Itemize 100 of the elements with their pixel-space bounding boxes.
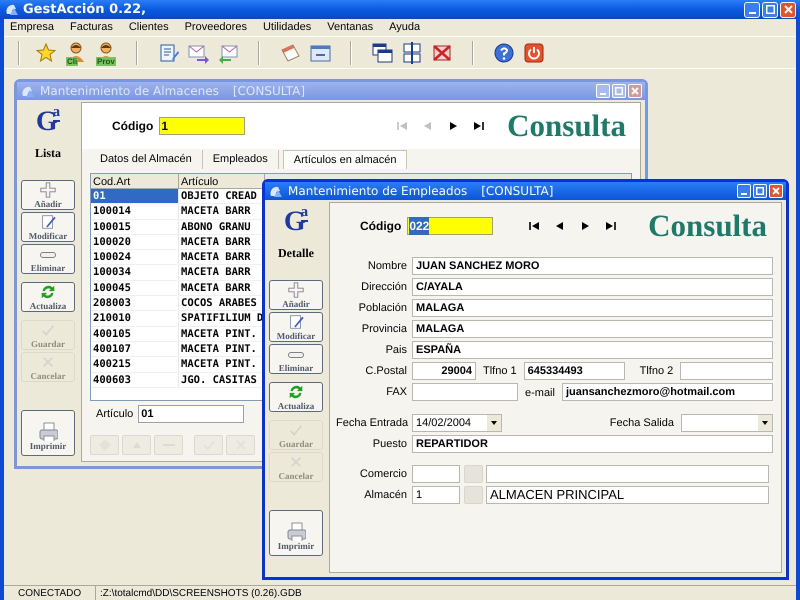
menu-item[interactable]: Proveedores	[184, 19, 247, 36]
code-field[interactable]: 1	[159, 117, 246, 135]
menu-item[interactable]: Ayuda	[389, 19, 420, 36]
table-cell[interactable]: 100015	[91, 220, 179, 234]
date-dropdown[interactable]: 14/02/2004	[412, 414, 502, 432]
text-field[interactable]: JUAN SANCHEZ MORO	[412, 257, 773, 275]
menu-item[interactable]: Ventanas	[327, 19, 374, 36]
calendar-icon	[279, 42, 301, 64]
table-cell[interactable]: 208003	[91, 296, 179, 310]
table-cell-text: MACETA PINT.	[180, 357, 258, 372]
menu-item[interactable]: Facturas	[70, 19, 113, 36]
table-cell[interactable]: 100045	[91, 280, 179, 296]
tab[interactable]: Empleados	[202, 150, 279, 169]
dropdown-arrow-icon	[761, 419, 769, 427]
status-text: CONECTADO	[4, 586, 96, 600]
table-cell-text: MACETA BARR	[180, 265, 252, 280]
maximize-button[interactable]	[762, 2, 778, 18]
tile-icon	[401, 42, 423, 64]
text-field[interactable]: MALAGA	[412, 299, 773, 317]
field-label: Comercio	[358, 466, 407, 482]
column-header[interactable]: Cod.Art	[91, 174, 179, 188]
minus-icon	[40, 252, 56, 258]
tab[interactable]: Artículos en almacén	[282, 150, 408, 169]
description-field: ALMACEN PRINCIPAL	[486, 486, 769, 504]
window-mode: [CONSULTA]	[481, 183, 554, 200]
delete-button[interactable]: Eliminar	[21, 244, 75, 274]
help-button[interactable]	[492, 40, 516, 64]
code-field[interactable]: 022	[407, 217, 494, 235]
menu-item[interactable]: Clientes	[128, 19, 169, 36]
view-label: Detalle	[278, 245, 314, 262]
cascade-button[interactable]	[370, 40, 394, 64]
text-field[interactable]	[412, 383, 518, 401]
article-field[interactable]: 01	[138, 405, 244, 423]
tab[interactable]: Datos del Almacén	[90, 150, 203, 169]
field-label: C.Postal	[364, 364, 407, 379]
minimize-button[interactable]	[737, 184, 751, 198]
table-cell[interactable]: 400107	[91, 342, 179, 356]
field-label: Código	[112, 118, 154, 135]
minimize-icon	[741, 193, 747, 195]
close-button[interactable]	[780, 2, 796, 18]
add-button[interactable]: Añadir	[269, 280, 323, 310]
status-text: :Z:\totalcmd\DD\SCREENSHOTS (0.26).GDB	[99, 586, 303, 600]
print-button[interactable]: Imprimir	[269, 510, 323, 556]
field-label: Tlfno 2	[638, 364, 674, 379]
window-title: Mantenimiento de Empleados	[288, 183, 468, 200]
table-cell[interactable]: 100034	[91, 265, 179, 280]
close-icon	[631, 87, 639, 95]
field-label: Pais	[384, 342, 407, 358]
field-label: Fecha Entrada	[336, 416, 407, 431]
delete-button[interactable]: Eliminar	[269, 344, 323, 374]
power-icon	[523, 42, 545, 64]
close-icon	[772, 187, 780, 195]
window-mode: [CONSULTA]	[232, 83, 306, 100]
person-button[interactable]: Cli	[64, 40, 88, 64]
close-button[interactable]	[769, 184, 783, 198]
text-field[interactable]: 645334493	[524, 362, 625, 380]
maximize-icon	[756, 187, 764, 195]
table-cell[interactable]: 400603	[91, 372, 179, 387]
table-cell-text: JGO. CASITAS	[180, 372, 258, 387]
edit-button[interactable]: Modificar	[269, 312, 323, 342]
text-field[interactable]: 29004	[412, 362, 476, 380]
table-cell[interactable]: 400105	[91, 326, 179, 341]
table-cell-text: MACETA BARR	[180, 250, 252, 264]
table-cell-text: MACETA BARR	[180, 280, 252, 296]
refresh-button[interactable]: Actualiza	[269, 382, 323, 412]
text-field[interactable]: MALAGA	[412, 320, 773, 338]
code-input-field[interactable]: 1	[412, 486, 460, 504]
first-icon	[396, 119, 410, 133]
table-cell[interactable]: 400215	[91, 357, 179, 372]
table-cell[interactable]: 100020	[91, 234, 179, 250]
star-button[interactable]	[34, 40, 58, 64]
table-cell[interactable]: 01	[91, 189, 179, 204]
table-cell[interactable]: 100024	[91, 250, 179, 264]
person-button[interactable]: Prov	[94, 40, 118, 64]
text-field[interactable]: REPARTIDOR	[412, 435, 773, 453]
field-label: Nombre	[366, 258, 407, 274]
field-label: Fecha Salida	[608, 416, 675, 431]
menu-item[interactable]: Empresa	[10, 19, 54, 36]
help-icon	[493, 42, 515, 64]
date-dropdown[interactable]	[681, 414, 773, 432]
maximize-button[interactable]	[753, 184, 767, 198]
table-cell[interactable]: 100014	[91, 204, 179, 219]
table-cell-text: MACETA BARR	[180, 204, 252, 219]
table-cell[interactable]: 210010	[91, 311, 179, 326]
text-field[interactable]	[680, 362, 773, 380]
field-label: e-mail	[524, 386, 556, 400]
minimize-button[interactable]	[744, 2, 760, 18]
field-label: Tlfno 1	[482, 364, 518, 379]
text-field[interactable]: ESPAÑA	[412, 341, 773, 359]
power-button[interactable]	[522, 40, 546, 64]
add-button[interactable]: Añadir	[21, 180, 75, 210]
text-field[interactable]: juansanchezmoro@hotmail.com	[562, 383, 773, 401]
field-label: FAX	[385, 384, 407, 400]
menu-item[interactable]: Utilidades	[262, 19, 312, 36]
text-field[interactable]: C/AYALA	[412, 278, 773, 296]
refresh-button[interactable]: Actualiza	[21, 282, 75, 312]
print-button[interactable]: Imprimir	[21, 410, 75, 456]
close-button[interactable]	[628, 84, 642, 98]
code-input-field[interactable]	[412, 465, 460, 483]
edit-button[interactable]: Modificar	[21, 212, 75, 242]
